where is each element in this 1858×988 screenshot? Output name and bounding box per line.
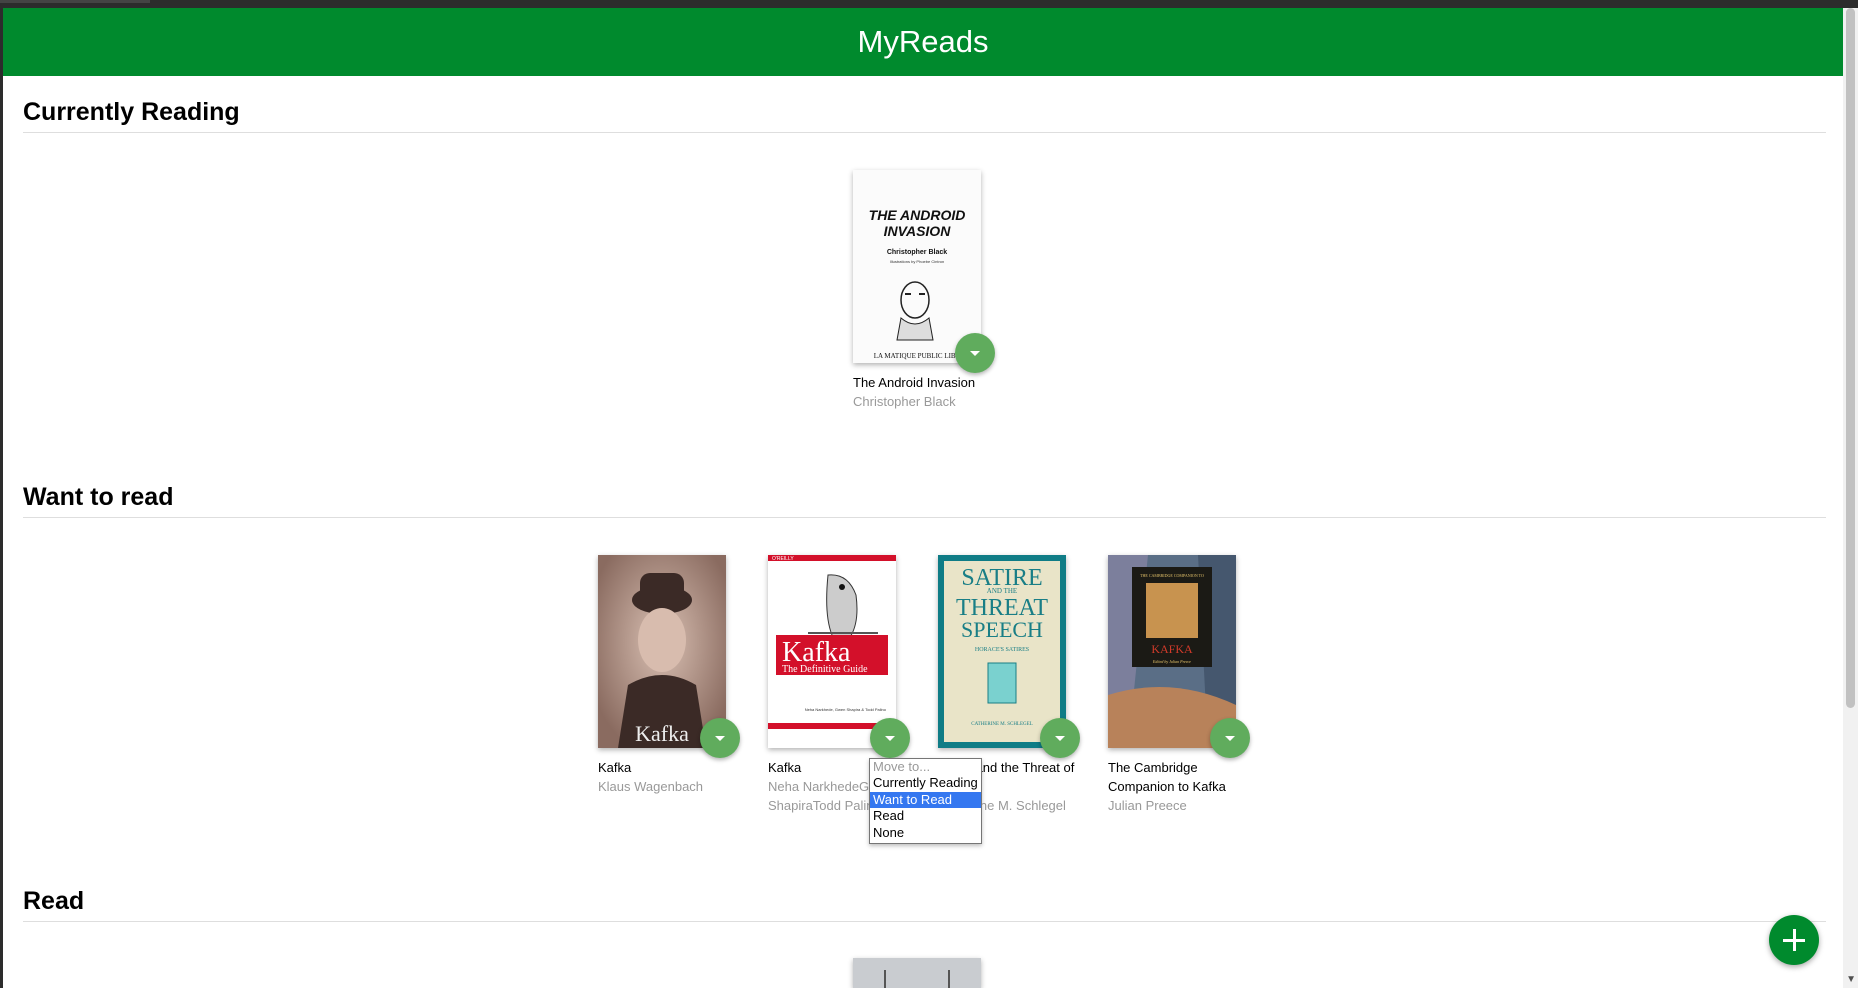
svg-text:THE ANDROID: THE ANDROID xyxy=(869,207,966,223)
svg-text:The Definitive Guide: The Definitive Guide xyxy=(782,664,868,675)
scrollbar-thumb[interactable] xyxy=(1846,8,1855,708)
book-cover: O'REILLY Kafka The Definitive Guide Neha… xyxy=(768,555,896,748)
svg-text:HORACE'S SATIRES: HORACE'S SATIRES xyxy=(975,647,1029,653)
option-currently-reading[interactable]: Currently Reading xyxy=(870,775,981,791)
caret-down-icon xyxy=(715,735,725,741)
option-want-to-read[interactable]: Want to Read xyxy=(870,791,981,809)
caret-down-icon xyxy=(970,350,980,356)
move-to-placeholder: Move to... xyxy=(873,759,931,774)
shelf-changer-button[interactable] xyxy=(955,333,995,373)
svg-text:THE CAMBRIDGE COMPANION TO: THE CAMBRIDGE COMPANION TO xyxy=(1140,573,1204,578)
svg-text:CATHERINE M. SCHLEGEL: CATHERINE M. SCHLEGEL xyxy=(971,722,1033,727)
book-title: Kafka xyxy=(598,760,632,775)
svg-text:O'REILLY: O'REILLY xyxy=(772,556,794,562)
move-to-select[interactable]: Move to... Currently Reading Want to Rea… xyxy=(869,758,982,844)
book-title: The Cambridge Companion to Kafka xyxy=(1108,760,1226,794)
shelf-title-currently-reading: Currently Reading xyxy=(23,98,1826,133)
book-title: The Android Invasion xyxy=(853,375,976,390)
book-authors: Klaus Wagenbach xyxy=(598,779,704,794)
caret-down-icon xyxy=(1225,735,1235,741)
shelf-title-want-to-read: Want to read xyxy=(23,483,1826,518)
svg-text:Kafka: Kafka xyxy=(635,721,689,746)
option-read[interactable]: Read xyxy=(870,808,981,824)
book-cover: Kafka xyxy=(598,555,726,748)
app-header: MyReads xyxy=(3,8,1843,76)
shelf-changer-button[interactable] xyxy=(1040,718,1080,758)
svg-text:Christopher Black: Christopher Black xyxy=(887,249,947,256)
book-cover: SATIRE AND THE THREAT SPEECH HORACE'S SA… xyxy=(938,555,1066,748)
shelf-changer-button[interactable] xyxy=(700,718,740,758)
window-edge xyxy=(0,8,3,988)
scroll-down-arrow[interactable]: ▼ xyxy=(1846,974,1856,985)
svg-text:SPEECH: SPEECH xyxy=(961,617,1043,642)
book-authors: Christopher Black xyxy=(853,394,956,409)
shelf-title-read: Read xyxy=(23,887,1826,922)
shelf-changer-button[interactable] xyxy=(870,718,910,758)
shelf-changer-button[interactable] xyxy=(1210,718,1250,758)
plus-icon xyxy=(1783,929,1805,951)
svg-text:Neha Narkhede, Gwen Shapira &: Neha Narkhede, Gwen Shapira & Todd Palin… xyxy=(805,707,887,712)
book-cover-partial xyxy=(853,958,981,988)
svg-text:Edited by Julian Preece: Edited by Julian Preece xyxy=(1152,659,1191,664)
svg-text:KAFKA: KAFKA xyxy=(1151,642,1193,656)
book-authors: Julian Preece xyxy=(1108,798,1187,813)
caret-down-icon xyxy=(885,735,895,741)
add-book-button[interactable] xyxy=(1769,915,1819,965)
book-cover: THE CAMBRIDGE COMPANION TO KAFKA Edited … xyxy=(1108,555,1236,748)
svg-text:INVASION: INVASION xyxy=(884,223,952,239)
svg-text:Illustrations by Phoebe Cintro: Illustrations by Phoebe Cintron xyxy=(890,259,944,264)
option-none[interactable]: None xyxy=(870,825,981,841)
app-title: MyReads xyxy=(857,24,989,59)
svg-text:AND THE: AND THE xyxy=(987,587,1017,595)
caret-down-icon xyxy=(1055,735,1065,741)
browser-top-strip xyxy=(0,0,1858,8)
svg-text:LA MATIQUE PUBLIC LIBR: LA MATIQUE PUBLIC LIBR xyxy=(874,352,961,360)
book-cover: THE ANDROID INVASION Christopher Black I… xyxy=(853,170,981,363)
